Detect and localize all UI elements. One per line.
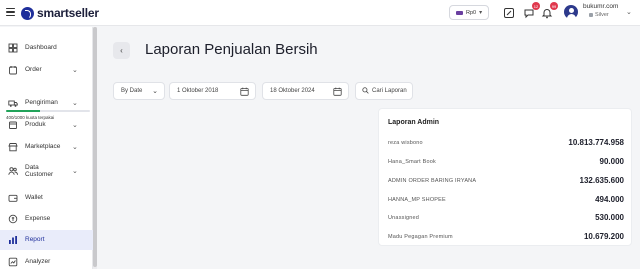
sidebar-item-label: Analyzer xyxy=(25,258,51,266)
start-date-value: 1 Oktober 2018 xyxy=(177,88,219,94)
chevron-down-icon: ▾ xyxy=(479,10,483,16)
brand-logo[interactable]: smartseller xyxy=(21,6,99,20)
admin-sales-value: 10.813.774.958 xyxy=(568,138,624,147)
admin-report-card: Laporan Admin reza wisbono 10.813.774.95… xyxy=(378,108,632,246)
sidebar-item-wallet[interactable]: Wallet xyxy=(0,188,93,208)
table-row: Unassigned 530.000 xyxy=(388,213,624,222)
store-flag-icon xyxy=(456,10,463,15)
users-icon xyxy=(8,166,18,176)
truck-icon xyxy=(8,98,18,108)
admin-sales-value: 132.635.600 xyxy=(579,176,625,185)
filter-type-select[interactable]: By Date ⌄ xyxy=(113,82,165,100)
chevron-down-icon: ⌄ xyxy=(72,168,78,175)
chevron-down-icon: ⌄ xyxy=(72,67,78,74)
analyzer-icon xyxy=(8,257,18,267)
sidebar-item-analyzer[interactable]: Analyzer xyxy=(0,252,93,269)
table-row: Hana_Smart Book 90.000 xyxy=(388,157,624,166)
tier-icon xyxy=(589,13,593,17)
user-tier-label: Silver xyxy=(595,12,609,18)
store-selector-label: Rp0 xyxy=(466,9,477,16)
sidebar: Dashboard Order ⌄ 400/1000 kuota terpaka… xyxy=(0,27,93,269)
user-email[interactable]: bukumr.com xyxy=(583,3,618,10)
start-date-field[interactable]: 1 Oktober 2018 xyxy=(169,82,256,100)
top-bar: smartseller Rp0 ▾ 12 99 bukumr.com Silve… xyxy=(0,0,640,26)
admin-sales-value: 10.679.200 xyxy=(583,232,624,241)
sidebar-item-dashboard[interactable]: Dashboard xyxy=(0,38,93,58)
bell-badge: 99 xyxy=(550,2,558,10)
dashboard-icon xyxy=(8,43,18,53)
sidebar-item-data-customer[interactable]: Data Customer ⌄ xyxy=(0,159,93,183)
admin-sales-value: 530.000 xyxy=(595,213,624,222)
sidebar-item-label: Report xyxy=(25,236,45,244)
admin-name: ADMIN ORDER BARING IRYANA xyxy=(388,177,477,184)
bell-icon[interactable]: 99 xyxy=(541,2,558,19)
chat-icon[interactable]: 12 xyxy=(523,2,540,19)
chevron-down-icon: ⌄ xyxy=(72,122,78,129)
sidebar-item-label: Expense xyxy=(25,215,51,223)
sidebar-item-label: Order xyxy=(25,66,42,74)
table-row: reza wisbono 10.813.774.958 xyxy=(388,138,624,147)
sidebar-item-marketplace[interactable]: Marketplace ⌄ xyxy=(0,137,93,157)
sidebar-item-order[interactable]: Order ⌄ xyxy=(0,60,93,80)
sidebar-item-label: Produk xyxy=(25,121,46,129)
store-selector[interactable]: Rp0 ▾ xyxy=(449,5,490,20)
search-report-button[interactable]: Cari Laporan xyxy=(355,82,413,100)
user-menu-chevron-icon[interactable]: ⌄ xyxy=(626,8,632,16)
admin-sales-value: 494.000 xyxy=(595,195,624,204)
sidebar-item-label: Marketplace xyxy=(25,143,61,151)
sidebar-item-report[interactable]: Report xyxy=(0,230,93,250)
search-report-label: Cari Laporan xyxy=(372,88,407,94)
box-icon xyxy=(8,120,18,130)
store-icon xyxy=(8,142,18,152)
chevron-down-icon: ⌄ xyxy=(152,88,158,95)
page-title: Laporan Penjualan Bersih xyxy=(145,41,318,58)
chevron-left-icon: ‹ xyxy=(120,46,123,55)
edit-icon[interactable] xyxy=(503,6,515,18)
expense-icon xyxy=(8,214,18,224)
table-row: HANNA_MP SHOPEE 494.000 xyxy=(388,195,624,204)
logo-text: smartseller xyxy=(37,6,99,20)
admin-sales-value: 90.000 xyxy=(599,157,624,166)
wallet-icon xyxy=(8,193,18,203)
chat-badge: 12 xyxy=(532,2,540,10)
logo-mark-icon xyxy=(21,6,34,20)
sidebar-item-label: Pengiriman xyxy=(25,99,58,107)
calendar-icon xyxy=(333,87,342,96)
back-button[interactable]: ‹ xyxy=(113,42,130,59)
admin-name: reza wisbono xyxy=(388,139,423,146)
avatar[interactable] xyxy=(564,5,578,19)
end-date-field[interactable]: 18 Oktober 2024 xyxy=(262,82,349,100)
sidebar-scrollbar[interactable] xyxy=(93,27,97,269)
end-date-value: 18 Oktober 2024 xyxy=(270,88,315,94)
user-tier: Silver xyxy=(589,12,609,18)
sidebar-scrollbar-thumb[interactable] xyxy=(93,27,97,267)
sidebar-item-expense[interactable]: Expense xyxy=(0,209,93,229)
admin-name: Madu Pegagan Premium xyxy=(388,233,453,240)
table-row: Madu Pegagan Premium 10.679.200 xyxy=(388,232,624,241)
order-icon xyxy=(8,65,18,75)
sidebar-item-label: Data Customer xyxy=(25,163,54,178)
sidebar-item-produk[interactable]: Produk ⌄ xyxy=(0,115,93,135)
sidebar-item-label: Dashboard xyxy=(25,44,57,52)
admin-name: HANNA_MP SHOPEE xyxy=(388,196,446,203)
chevron-down-icon: ⌄ xyxy=(72,100,78,107)
search-icon xyxy=(362,86,369,96)
filter-type-label: By Date xyxy=(121,88,143,94)
sidebar-item-label: Wallet xyxy=(25,194,43,202)
sidebar-item-pengiriman[interactable]: Pengiriman ⌄ xyxy=(0,93,93,113)
table-row: ADMIN ORDER BARING IRYANA 132.635.600 xyxy=(388,176,624,185)
chart-icon xyxy=(8,235,18,245)
admin-name: Hana_Smart Book xyxy=(388,158,436,165)
card-title: Laporan Admin xyxy=(388,119,440,126)
hamburger-menu-icon[interactable] xyxy=(6,8,15,16)
chevron-down-icon: ⌄ xyxy=(72,144,78,151)
admin-name: Unassigned xyxy=(388,214,420,221)
calendar-icon xyxy=(240,87,249,96)
